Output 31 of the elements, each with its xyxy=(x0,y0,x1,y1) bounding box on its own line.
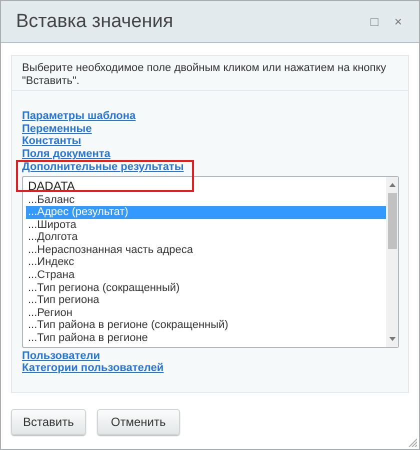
list-item[interactable]: ...Баланс xyxy=(26,194,386,206)
category-link[interactable]: Дополнительные результаты xyxy=(22,160,184,174)
list-item[interactable]: ...Долгота xyxy=(26,231,386,244)
cancel-button[interactable]: Отменить xyxy=(96,409,180,435)
close-button[interactable]: × xyxy=(391,14,405,29)
category-link[interactable]: Категории пользователей xyxy=(22,362,164,375)
list-item[interactable]: ...Регион xyxy=(26,306,386,320)
category-link[interactable]: Пользователи xyxy=(22,350,100,362)
field-listbox[interactable] xyxy=(22,176,399,348)
list-item[interactable]: ...Тип региона xyxy=(26,294,386,307)
insert-button[interactable]: Вставить xyxy=(11,409,86,435)
category-link[interactable]: Поля документа xyxy=(22,148,110,161)
list-item[interactable]: ...Нераспознанная часть адреса xyxy=(26,244,386,256)
scrollbar[interactable] xyxy=(386,176,398,347)
maximize-button[interactable]: □ xyxy=(368,14,382,29)
list-item[interactable]: ...Тип района в регионе (сокращенный) xyxy=(26,319,386,332)
instruction-text: Выберите необходимое поле двойным кликом или нажатием на кнопку "Вставить". xyxy=(12,56,408,91)
category-link[interactable]: Константы xyxy=(22,135,82,148)
scroll-up-icon[interactable] xyxy=(388,182,396,187)
list-item[interactable]: ...Тип региона (сокращенный) xyxy=(26,282,386,294)
list-item[interactable]: ...Тип района в регионе xyxy=(26,332,386,345)
category-link[interactable]: Переменные xyxy=(22,122,92,136)
scroll-thumb[interactable] xyxy=(388,192,396,249)
resize-grip-icon[interactable] xyxy=(407,437,417,447)
scroll-down-icon[interactable] xyxy=(388,336,396,341)
window-title: Вставка значения xyxy=(16,10,174,32)
list-item[interactable]: ...Широта xyxy=(26,218,386,232)
group-header: DADATA xyxy=(27,178,76,194)
list-item[interactable]: ...Индекс xyxy=(26,256,386,270)
category-link[interactable]: Параметры шаблона xyxy=(22,110,136,123)
list-item[interactable]: ...Страна xyxy=(26,269,386,282)
